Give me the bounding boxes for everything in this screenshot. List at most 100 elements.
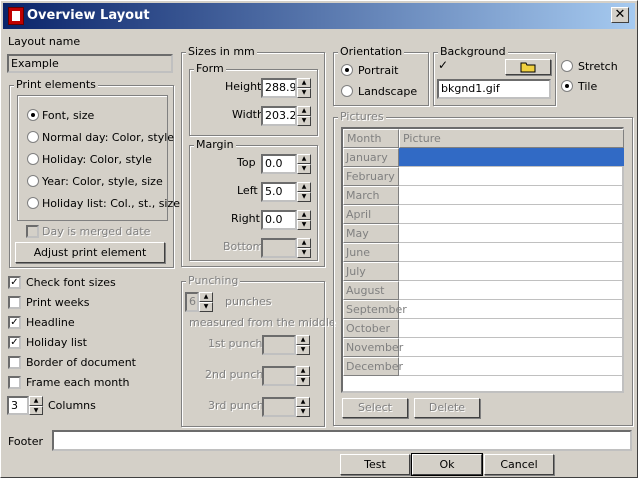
overview-layout-dialog: Overview Layout ✕ Layout name Example Pr…: [0, 0, 638, 478]
background-group: Background ✓ bkgnd1.gif: [433, 45, 556, 106]
pictures-label: Pictures: [338, 110, 386, 123]
ok-button[interactable]: Ok: [411, 453, 483, 476]
browse-folder-button[interactable]: [505, 59, 551, 75]
month-row-header[interactable]: March: [343, 186, 399, 205]
margin-group: Margin Top 0.0 ▲ ▼ Left 5.0 ▲ ▼ Right 0.0 …: [189, 138, 318, 261]
check-font-sizes-checkbox[interactable]: ✓: [8, 276, 21, 289]
test-button[interactable]: Test: [340, 454, 410, 475]
picture-cell[interactable]: [399, 281, 624, 300]
landscape-radio[interactable]: [341, 85, 353, 97]
picture-cell[interactable]: [399, 300, 624, 319]
select-button: Select: [342, 398, 408, 418]
spin-down-icon[interactable]: ▼: [297, 192, 311, 202]
portrait-radio[interactable]: [341, 64, 353, 76]
picture-cell[interactable]: [399, 243, 624, 262]
headline-checkbox[interactable]: ✓: [8, 316, 21, 329]
border-of-document-checkbox[interactable]: [8, 356, 21, 369]
month-row-header[interactable]: May: [343, 224, 399, 243]
margin-right-field[interactable]: 0.0: [261, 210, 297, 230]
close-button[interactable]: ✕: [611, 7, 629, 23]
columns-field[interactable]: 3: [7, 396, 29, 415]
spin-up-icon[interactable]: ▲: [29, 396, 43, 406]
spin-up-icon[interactable]: ▲: [297, 154, 311, 164]
spin-down-icon[interactable]: ▼: [297, 220, 311, 230]
holiday-list-label: Holiday list: [26, 336, 87, 349]
measured-label: measured from the middle: [189, 316, 336, 329]
holiday-list-checkbox[interactable]: ✓: [8, 336, 21, 349]
layout-name-label: Layout name: [8, 35, 81, 48]
footer-field[interactable]: [52, 430, 632, 451]
cancel-button[interactable]: Cancel: [484, 454, 554, 475]
background-file-field[interactable]: bkgnd1.gif: [437, 79, 551, 99]
spin-down-icon: ▼: [296, 407, 310, 417]
picture-cell[interactable]: [399, 167, 624, 186]
spin-up-icon[interactable]: ▲: [297, 106, 311, 116]
radio-holiday-list[interactable]: [27, 197, 39, 209]
spin-up-icon[interactable]: ▲: [297, 210, 311, 220]
footer-label: Footer: [8, 435, 43, 448]
print-weeks-checkbox[interactable]: [8, 296, 21, 309]
columns-spinner[interactable]: ▲ ▼: [29, 396, 43, 415]
radio-font-size-label: Font, size: [42, 109, 95, 122]
app-icon: [8, 7, 24, 25]
picture-cell[interactable]: [399, 148, 624, 167]
background-checkbox[interactable]: ✓: [438, 58, 448, 72]
spin-down-icon: ▼: [297, 248, 311, 258]
picture-cell[interactable]: [399, 262, 624, 281]
month-row-header[interactable]: August: [343, 281, 399, 300]
picture-cell[interactable]: [399, 205, 624, 224]
margin-label: Margin: [194, 138, 236, 151]
radio-year[interactable]: [27, 175, 39, 187]
picture-cell[interactable]: [399, 357, 624, 376]
print-weeks-label: Print weeks: [26, 296, 90, 309]
month-row-header[interactable]: February: [343, 167, 399, 186]
title-bar[interactable]: Overview Layout ✕: [3, 3, 635, 29]
margin-top-spinner[interactable]: ▲ ▼: [297, 154, 311, 174]
spin-up-icon: ▲: [296, 397, 310, 407]
month-row-header[interactable]: December: [343, 357, 403, 376]
frame-each-month-checkbox[interactable]: [8, 376, 21, 389]
sizes-group: Sizes in mm Form Height 288.9 ▲ ▼ Width 2…: [181, 45, 325, 267]
picture-cell[interactable]: [399, 338, 624, 357]
picture-cell[interactable]: [399, 319, 624, 338]
spin-down-icon[interactable]: ▼: [297, 164, 311, 174]
spin-down-icon[interactable]: ▼: [297, 116, 311, 126]
month-row-header[interactable]: October: [343, 319, 399, 338]
stretch-label: Stretch: [578, 60, 618, 73]
height-field[interactable]: 288.9: [261, 78, 297, 98]
margin-left-field[interactable]: 5.0: [261, 182, 297, 202]
border-of-document-label: Border of document: [26, 356, 136, 369]
height-spinner[interactable]: ▲ ▼: [297, 78, 311, 98]
month-row-header[interactable]: November: [343, 338, 403, 357]
month-row-header[interactable]: June: [343, 243, 399, 262]
form-group: Form Height 288.9 ▲ ▼ Width 203.2 ▲ ▼: [189, 62, 318, 136]
picture-cell[interactable]: [399, 224, 624, 243]
stretch-radio[interactable]: [561, 60, 573, 72]
month-row-header[interactable]: January: [343, 148, 399, 167]
radio-holiday[interactable]: [27, 153, 39, 165]
delete-button: Delete: [414, 398, 480, 418]
month-row-header[interactable]: July: [343, 262, 399, 281]
radio-holiday-label: Holiday: Color, style: [42, 153, 152, 166]
radio-normal-day[interactable]: [27, 131, 39, 143]
check-font-sizes-label: Check font sizes: [26, 276, 116, 289]
width-field[interactable]: 203.2: [261, 106, 297, 126]
tile-radio[interactable]: [561, 80, 573, 92]
month-row-header[interactable]: September: [343, 300, 407, 319]
month-row-header[interactable]: April: [343, 205, 399, 224]
picture-column-header[interactable]: Picture: [399, 129, 624, 148]
month-column-header[interactable]: Month: [343, 129, 399, 148]
spin-up-icon[interactable]: ▲: [297, 182, 311, 192]
margin-left-spinner[interactable]: ▲ ▼: [297, 182, 311, 202]
spin-down-icon: ▼: [199, 302, 213, 312]
pictures-table[interactable]: Month Picture January February March April M…: [341, 127, 624, 393]
spin-up-icon[interactable]: ▲: [297, 78, 311, 88]
width-spinner[interactable]: ▲ ▼: [297, 106, 311, 126]
margin-top-field[interactable]: 0.0: [261, 154, 297, 174]
margin-right-spinner[interactable]: ▲ ▼: [297, 210, 311, 230]
radio-font-size[interactable]: [27, 109, 39, 121]
spin-down-icon[interactable]: ▼: [297, 88, 311, 98]
picture-cell[interactable]: [399, 186, 624, 205]
spin-down-icon[interactable]: ▼: [29, 405, 43, 415]
adjust-print-element-button[interactable]: Adjust print element: [15, 242, 165, 263]
